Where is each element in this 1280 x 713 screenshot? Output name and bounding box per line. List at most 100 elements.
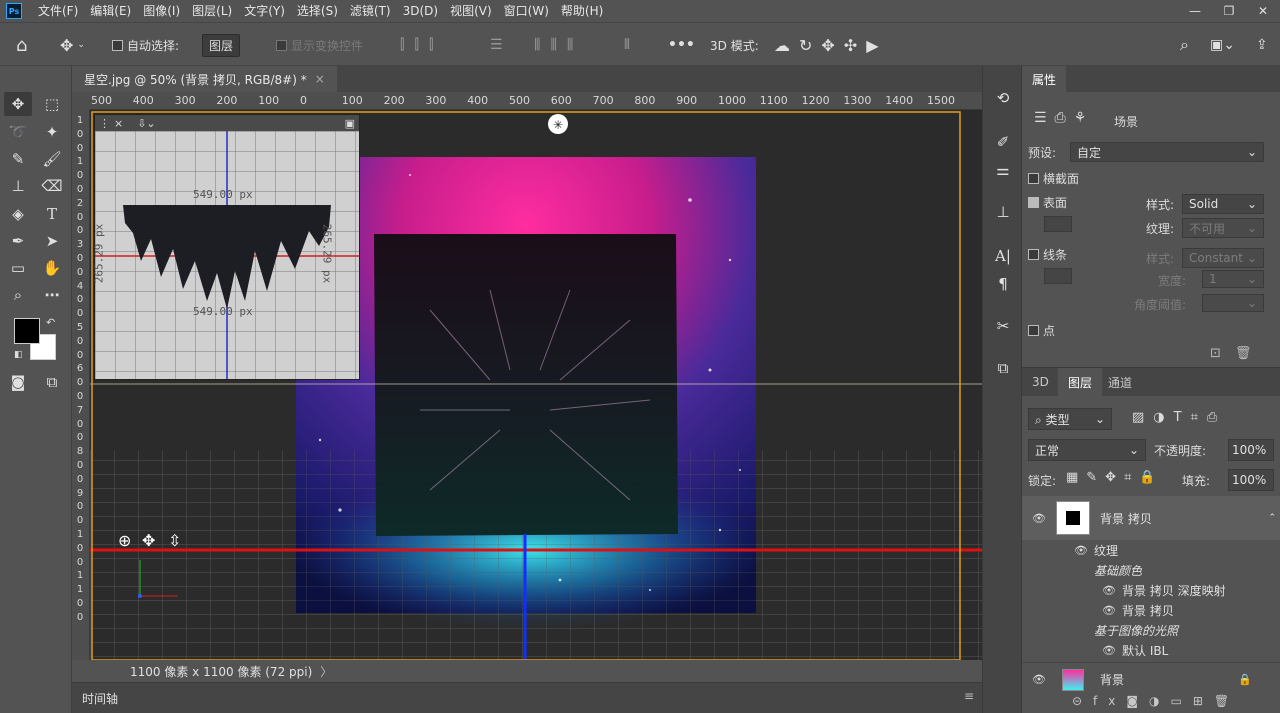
collapse-icon[interactable]: ⌃ [1268,513,1276,523]
distribute-vertical-icon[interactable]: ⫴ [624,23,630,67]
history-icon[interactable]: ⟲ [989,86,1017,110]
close-tab-icon[interactable]: × [315,72,325,86]
paint-bucket-icon[interactable]: ◈ [4,202,32,226]
surface-style-dropdown[interactable]: Solid ⌄ [1182,194,1264,214]
layers-footer-icons[interactable]: ⊝fx◙◑▭⊞🗑 [1072,694,1240,708]
hand-tool-icon[interactable]: ✋ [38,256,66,280]
points-checkbox[interactable]: 点 [1028,322,1055,339]
dolly-3d-icon[interactable]: ⇳ [168,531,181,550]
adjustments-icon[interactable]: ⚌ [989,158,1017,182]
menu-edit[interactable]: 编辑(E) [84,0,137,22]
foreground-color[interactable] [14,318,40,344]
brush-tool-icon[interactable]: 🖌 [38,147,66,171]
tab-layers[interactable]: 图层 [1058,368,1103,396]
magic-wand-icon[interactable]: ✦ [38,120,66,144]
eraser-tool-icon[interactable]: ⌫ [38,174,66,198]
lines-style-dropdown[interactable]: Constant ⌄ [1182,248,1264,268]
close-window-icon[interactable]: ✕ [1246,0,1280,22]
lines-swatch[interactable] [1044,268,1072,284]
share-icon[interactable]: ⇪ [1256,23,1268,67]
properties-tab[interactable]: 属性 [1022,66,1067,92]
timeline-menu-icon[interactable]: ≡ [964,689,974,703]
lock-icons[interactable]: ▦✎✥⌗🔒 [1066,470,1164,485]
status-menu-icon[interactable]: 〉 [320,663,332,680]
menu-view[interactable]: 视图(V) [444,0,498,22]
menu-layer[interactable]: 图层(L) [186,0,238,22]
align-vertical-icons[interactable]: ⫼⫼⫼ [534,23,583,67]
clone-source-icon[interactable]: ⊥ [989,200,1017,224]
quick-mask-icon[interactable]: ◙ [4,370,32,394]
paragraph-icon[interactable]: ¶ [989,272,1017,296]
visibility-eye-icon[interactable]: 👁 [1102,644,1116,657]
texture-dropdown[interactable]: 不可用 ⌄ [1182,218,1264,238]
menu-3d[interactable]: 3D(D) [397,0,444,22]
texture-row[interactable]: 👁 背景 拷贝 [1022,600,1280,620]
move-tool-preset-icon[interactable]: ✥ ⌄ [60,23,85,67]
textures-group[interactable]: 👁 纹理 [1022,540,1280,560]
swap-view-icon[interactable]: ▣ [345,117,355,130]
blend-mode-dropdown[interactable]: 正常 ⌄ [1028,439,1146,461]
layer-row-background[interactable]: 👁 背景 🔒 [1022,662,1280,696]
more-tools-icon[interactable]: ⋯ [38,283,66,307]
fill-input[interactable]: 100% [1228,469,1274,491]
menu-type[interactable]: 文字(Y) [238,0,291,22]
visibility-eye-icon[interactable]: 👁 [1032,673,1046,686]
lines-checkbox[interactable]: 线条 [1028,246,1067,263]
preset-dropdown[interactable]: 自定 ⌄ [1070,142,1264,162]
rotate-3d-icon[interactable]: ⊕ [118,531,131,550]
canvas-area[interactable]: ✳ ⊕ ✥ ⇳ ⋮ × ⇩⌄ ▣ 549.00 px 549.00 px 265… [90,110,982,660]
show-transform-checkbox[interactable]: 显示变换控件 [276,23,363,67]
minimize-icon[interactable]: — [1178,0,1212,22]
screen-mode-icon[interactable]: ⧉ [38,370,66,394]
stamp-tool-icon[interactable]: ⊥ [4,174,32,198]
home-icon[interactable]: ⌂ [16,23,27,67]
document-tab[interactable]: 星空.jpg @ 50% (背景 拷贝, RGB/8#) * × [72,66,337,92]
default-colors-icon[interactable]: ◧ [14,350,23,360]
pen-tool-icon[interactable]: ✒ [4,229,32,253]
auto-select-checkbox[interactable]: 自动选择: [112,23,179,67]
angle-input[interactable]: ⌄ [1202,294,1264,312]
workspace-icon[interactable]: ▣⌄ [1210,23,1235,67]
visibility-eye-icon[interactable]: 👁 [1074,544,1088,557]
ruler-origin[interactable] [72,92,90,110]
type-tool-icon[interactable]: T [38,202,66,226]
horizontal-ruler[interactable]: 500 400 300 200 100 0 100 200 300 400 500 600 700 800… [90,92,982,110]
search-icon[interactable]: ⌕ [1180,23,1189,67]
secondary-view-camera-icon[interactable]: ⇩⌄ [137,117,155,130]
brush-settings-icon[interactable]: ✐ [989,130,1017,154]
align-icons[interactable]: ⫿⫿⫿ [400,23,443,67]
visibility-eye-icon[interactable]: 👁 [1102,584,1116,597]
menu-window[interactable]: 窗口(W) [498,0,555,22]
distribute-icon[interactable]: ☰ [490,23,503,67]
menu-filter[interactable]: 滤镜(T) [344,0,397,22]
cross-section-checkbox[interactable]: 横截面 [1028,170,1079,187]
layer-filter-icons[interactable]: ▨◑T⌗⎙ [1132,410,1226,425]
3d-mode-icons[interactable]: ☁↻✥✣▶ [774,23,888,67]
texture-row[interactable]: 👁 背景 拷贝 深度映射 [1022,580,1280,600]
tab-channels[interactable]: 通道 [1098,368,1142,396]
auto-select-dropdown[interactable]: 图层 ⌄ [202,23,241,67]
tools-settings-icon[interactable]: ✂ [989,314,1017,338]
eyedropper-icon[interactable]: ✎ [4,147,32,171]
rectangle-tool-icon[interactable]: ▭ [4,256,32,280]
surface-checkbox[interactable]: 表面 [1028,194,1067,211]
secondary-view[interactable]: ⋮ × ⇩⌄ ▣ 549.00 px 549.00 px 265.29 px 2… [92,114,360,380]
marquee-tool-icon[interactable]: ⬚ [38,92,66,116]
pan-3d-icon[interactable]: ✥ [142,531,155,550]
layer-row-3d[interactable]: 👁 背景 拷贝 ⌃ [1022,496,1280,540]
property-mode-icons[interactable]: ☰⎙⚘ [1034,110,1094,126]
restore-icon[interactable]: ❐ [1212,0,1246,22]
menu-help[interactable]: 帮助(H) [555,0,609,22]
timeline-tab[interactable]: 时间轴 [82,690,118,707]
texture-row[interactable]: 👁 默认 IBL [1022,640,1280,660]
more-options-icon[interactable]: ••• [668,23,695,67]
vertical-ruler[interactable]: 1 0 0 1 0 0 2 0 0 3 0 0 4 0 0 5 0 0 6 0 0 7 0 0 8 0 0 9 0 0 1 0 0 1 1 0 0 [72,110,90,660]
opacity-input[interactable]: 100% [1228,439,1274,461]
tab-3d[interactable]: 3D [1022,368,1059,396]
menu-select[interactable]: 选择(S) [291,0,344,22]
3d-layer-icon[interactable]: ⧉ [989,356,1017,380]
path-selection-icon[interactable]: ➤ [38,229,66,253]
layer-filter-dropdown[interactable]: ⌕ 类型 ⌄ [1028,408,1112,430]
visibility-eye-icon[interactable]: 👁 [1032,512,1046,525]
zoom-tool-icon[interactable]: ⌕ [4,283,32,307]
